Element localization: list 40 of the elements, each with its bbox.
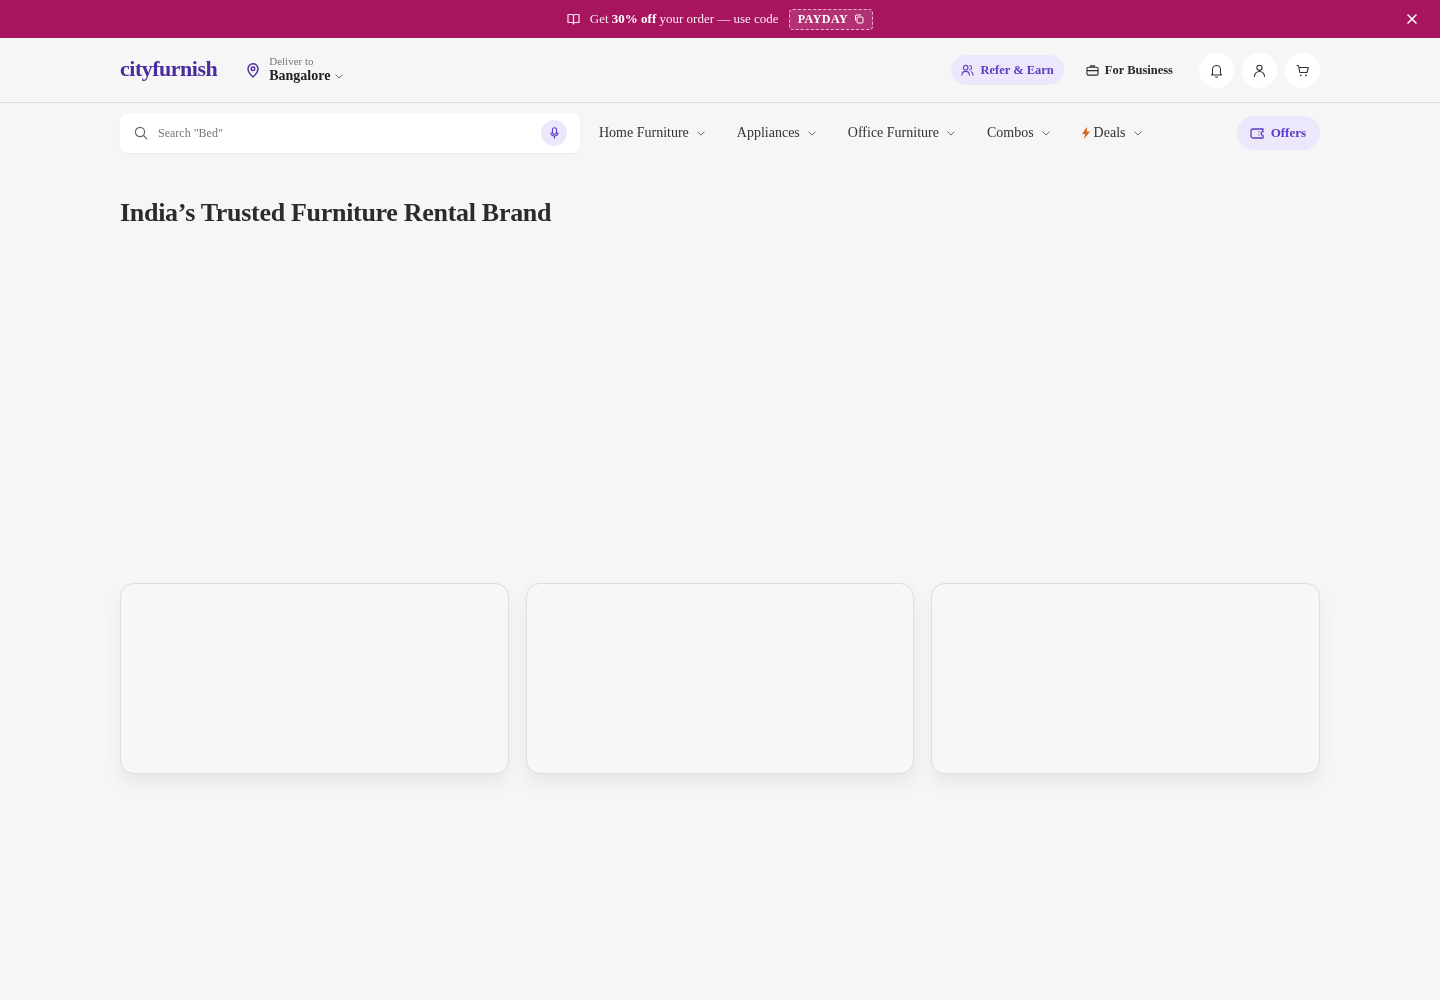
hero-heading: India’s Trusted Furniture Rental Brand (120, 198, 552, 228)
briefcase-icon (1085, 64, 1099, 76)
nav-menu-item[interactable]: Office Furniture (847, 125, 955, 141)
notifications-button[interactable] (1199, 52, 1234, 88)
caret-icon (1041, 130, 1050, 136)
cart-button[interactable] (1285, 52, 1320, 88)
ticket-icon (1249, 127, 1264, 139)
caret-icon (696, 130, 705, 136)
business-link[interactable]: For Business (1085, 55, 1173, 85)
users-icon (961, 64, 975, 76)
caret-icon (1133, 130, 1142, 136)
promo-code-button[interactable]: PAYDAY (788, 8, 874, 30)
cart-icon (1295, 62, 1310, 78)
deliver-label: Deliver to (269, 56, 315, 67)
close-button[interactable] (1406, 13, 1418, 25)
search-icon (134, 126, 148, 140)
voice-search-button[interactable] (541, 120, 567, 146)
book-icon (566, 13, 580, 25)
location-pin-icon (247, 62, 260, 78)
promo-text: Get 30% off your order — use code (589, 11, 779, 27)
caret-icon (946, 130, 955, 136)
nav-menu-item[interactable]: Combos (986, 125, 1050, 141)
bell-icon (1209, 62, 1224, 78)
logo[interactable]: cityfurnish (120, 56, 218, 82)
copy-icon (854, 14, 865, 24)
caret-icon (807, 130, 816, 136)
user-icon (1252, 62, 1267, 78)
refer-button[interactable]: Refer & Earn (951, 55, 1064, 85)
close-icon (1406, 13, 1418, 25)
offers-button[interactable]: Offers (1236, 116, 1320, 150)
nav-menu-item[interactable]: Deals (1081, 125, 1142, 141)
lightning-icon (1081, 127, 1090, 139)
search-field[interactable]: Search "Bed" (120, 113, 580, 153)
nav-menu-item[interactable]: Home Furniture (599, 125, 705, 141)
microphone-icon (549, 127, 559, 139)
nav-menu-item[interactable]: Appliances (736, 125, 816, 141)
city-selector[interactable]: Bangalore (269, 68, 344, 84)
caret-icon (335, 73, 344, 79)
account-button[interactable] (1242, 52, 1277, 88)
search-input[interactable]: Search "Bed" (158, 125, 531, 141)
